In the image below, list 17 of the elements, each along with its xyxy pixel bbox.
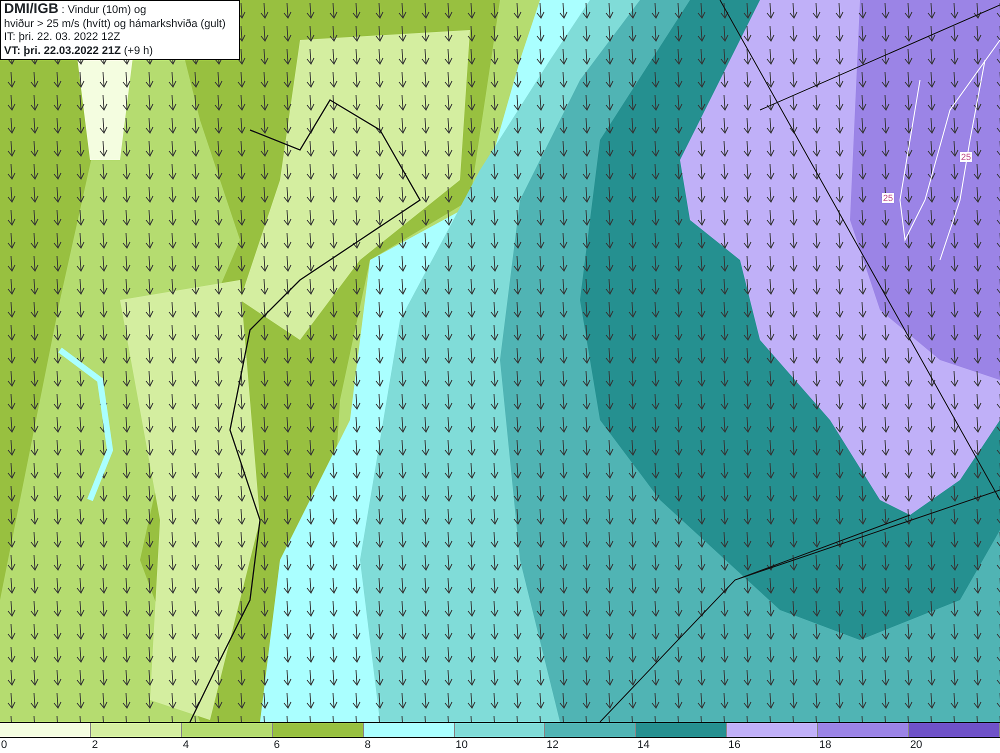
title-line: DMI/IGB : Vindur (10m) og [4,2,148,18]
legend-tick-label: 12 [546,739,559,751]
legend-tick-label: 6 [274,739,280,751]
legend-tick-label: 8 [364,739,371,751]
title-line: IT: þri. 22. 03. 2022 12Z [4,31,122,44]
legend-tick-label: 10 [456,739,468,751]
title-line: hviður > 25 m/s (hvítt) og hámarkshviða (gult) [4,18,227,31]
legend-tick-label: 0 [1,739,8,751]
legend-tick-label: 16 [728,739,740,751]
legend-tick-label: 4 [182,739,189,751]
legend-tick-label: 14 [637,739,650,751]
title-line: VT: þri. 22.03.2022 21Z (+9 h) [4,44,154,58]
legend-tick-label: 18 [819,739,832,751]
legend-tick-label: 20 [910,739,922,751]
legend-tick-label: 2 [92,739,98,751]
contour-label: 25 [882,193,894,203]
contour-label: 25 [960,152,972,162]
